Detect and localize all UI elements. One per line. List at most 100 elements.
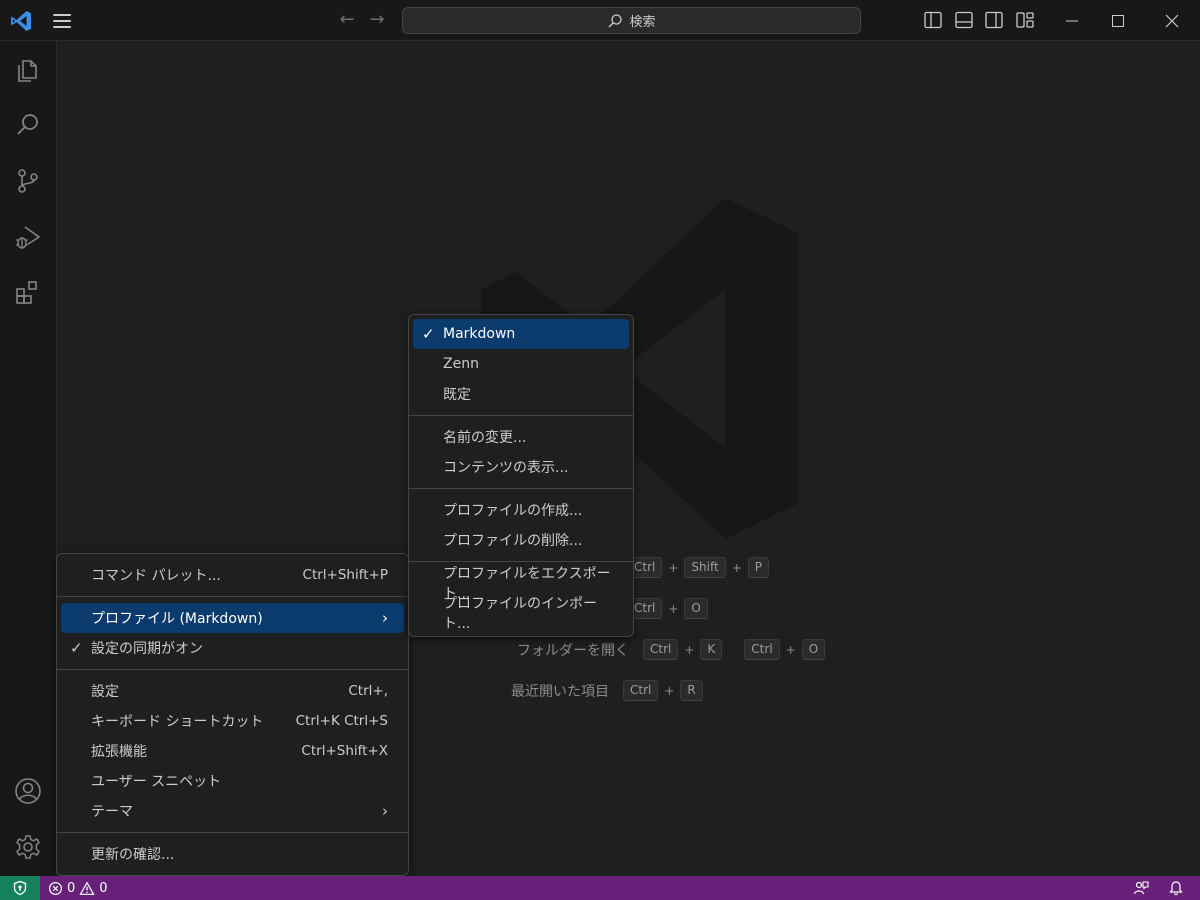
menu-item-delete-profile[interactable]: プロファイルの削除...: [413, 525, 629, 555]
menu-separator: [57, 596, 408, 597]
minimize-icon: [1066, 20, 1078, 21]
chevron-right-icon: ›: [382, 802, 388, 820]
remote-shield-icon: [13, 880, 27, 896]
menu-item-shortcut: Ctrl+,: [348, 683, 388, 699]
menu-separator: [409, 488, 633, 489]
title-bar: ← → 検索: [0, 0, 1200, 41]
profile-item-default[interactable]: 既定: [413, 379, 629, 409]
menu-item-label: キーボード ショートカット: [91, 714, 264, 730]
menu-item-keyboard-shortcuts[interactable]: キーボード ショートカット Ctrl+K Ctrl+S: [61, 706, 404, 736]
menu-separator: [57, 832, 408, 833]
shortcut-open-file[interactable]: Ctrl + O: [627, 598, 708, 619]
problems-indicator[interactable]: 0 0: [48, 876, 108, 900]
menu-item-command-palette[interactable]: コマンド パレット... Ctrl+Shift+P: [61, 560, 404, 590]
key-cap: O: [684, 598, 708, 619]
menu-item-shortcut: Ctrl+Shift+X: [301, 743, 388, 759]
key-cap: Shift: [684, 557, 726, 578]
menu-separator: [57, 669, 408, 670]
key-cap: Ctrl: [744, 639, 780, 660]
menu-item-profiles[interactable]: プロファイル (Markdown) ›: [61, 603, 404, 633]
key-cap: P: [747, 557, 770, 578]
checkmark-icon: ✓: [70, 639, 83, 657]
menu-item-shortcut: Ctrl+Shift+P: [302, 567, 388, 583]
menu-item-label: 設定の同期がオン: [91, 641, 203, 657]
manage-gear-icon: [16, 835, 40, 859]
menu-item-create-profile[interactable]: プロファイルの作成...: [413, 495, 629, 525]
command-center-search[interactable]: 検索: [402, 7, 861, 34]
menu-item-rename-profile[interactable]: 名前の変更...: [413, 422, 629, 452]
menu-item-label: プロファイルの作成...: [443, 503, 583, 519]
activity-run-debug[interactable]: [0, 213, 56, 261]
profile-submenu: ✓ Markdown Zenn 既定 名前の変更... コンテンツの表示... …: [408, 314, 634, 637]
activity-manage[interactable]: [0, 823, 56, 871]
toggle-panel-icon[interactable]: [953, 10, 975, 30]
search-label: 検索: [629, 15, 656, 30]
feedback-button[interactable]: [1129, 876, 1153, 900]
menu-item-label: プロファイル (Markdown): [91, 611, 263, 627]
shortcut-open-folder[interactable]: フォルダーを開く Ctrl + K Ctrl + O: [517, 639, 826, 660]
close-icon: [1165, 14, 1179, 27]
menu-item-themes[interactable]: テーマ ›: [61, 796, 404, 826]
menu-item-label: 設定: [91, 684, 119, 700]
maximize-button[interactable]: [1095, 0, 1141, 41]
menu-item-settings[interactable]: 設定 Ctrl+,: [61, 676, 404, 706]
status-bar: 0 0: [0, 876, 1200, 900]
menu-separator: [409, 561, 633, 562]
activity-accounts[interactable]: [0, 767, 56, 815]
forward-arrow-icon[interactable]: →: [365, 8, 389, 32]
explorer-icon: [18, 60, 37, 82]
shortcut-show-all-commands[interactable]: Ctrl + Shift + P: [627, 557, 770, 578]
menu-item-label: プロファイルの削除...: [443, 533, 583, 549]
profile-item-markdown[interactable]: ✓ Markdown: [413, 319, 629, 349]
activity-source-control[interactable]: [0, 157, 56, 205]
feedback-icon: [1133, 881, 1149, 895]
shortcut-label: 最近開いた項目: [511, 683, 609, 700]
shortcut-recent[interactable]: 最近開いた項目 Ctrl + R: [511, 680, 703, 701]
menu-item-label: 名前の変更...: [443, 430, 527, 446]
close-window-button[interactable]: [1149, 0, 1195, 41]
key-cap: Ctrl: [643, 639, 679, 660]
menu-item-label: 既定: [443, 387, 471, 403]
warning-icon: [79, 880, 95, 895]
menu-item-settings-sync[interactable]: ✓ 設定の同期がオン: [61, 633, 404, 663]
back-arrow-icon[interactable]: ←: [335, 8, 359, 32]
activity-search[interactable]: [0, 101, 56, 149]
maximize-icon: [1112, 14, 1124, 27]
menu-item-extensions[interactable]: 拡張機能 Ctrl+Shift+X: [61, 736, 404, 766]
search-icon: [608, 13, 623, 27]
menu-item-show-contents[interactable]: コンテンツの表示...: [413, 452, 629, 482]
menu-item-user-snippets[interactable]: ユーザー スニペット: [61, 766, 404, 796]
toggle-primary-sidebar-icon[interactable]: [922, 10, 944, 30]
key-cap: R: [680, 680, 703, 701]
menu-item-import-profile[interactable]: プロファイルのインポート...: [413, 596, 629, 632]
profile-item-zenn[interactable]: Zenn: [413, 349, 629, 379]
menu-item-label: Markdown: [443, 326, 516, 342]
notifications-bell-icon: [1169, 881, 1183, 896]
search-icon: [17, 114, 38, 135]
key-cap: O: [801, 639, 826, 660]
menu-item-label: コマンド パレット...: [91, 568, 221, 584]
menu-item-label: 拡張機能: [91, 744, 147, 760]
menu-item-label: ユーザー スニペット: [91, 774, 222, 790]
menu-item-label: プロファイルのインポート...: [443, 596, 597, 632]
shortcut-label: フォルダーを開く: [517, 642, 629, 659]
notifications-button[interactable]: [1164, 876, 1188, 900]
extensions-icon: [16, 281, 37, 304]
customize-layout-icon[interactable]: [1014, 10, 1036, 30]
menu-item-check-updates[interactable]: 更新の確認...: [61, 839, 404, 869]
key-cap: K: [700, 639, 723, 660]
application-menu-icon[interactable]: [50, 10, 74, 32]
error-count: 0: [67, 880, 76, 896]
activity-bar: [0, 41, 57, 876]
menu-item-label: Zenn: [443, 356, 479, 372]
warning-count: 0: [99, 880, 108, 896]
remote-indicator[interactable]: [0, 876, 40, 900]
toggle-secondary-sidebar-icon[interactable]: [983, 10, 1005, 30]
menu-item-label: コンテンツの表示...: [443, 460, 569, 476]
activity-extensions[interactable]: [0, 269, 56, 317]
menu-separator: [409, 415, 633, 416]
chevron-right-icon: ›: [382, 609, 388, 627]
activity-explorer[interactable]: [0, 45, 56, 93]
minimize-button[interactable]: [1049, 0, 1095, 41]
checkmark-icon: ✓: [422, 325, 435, 343]
